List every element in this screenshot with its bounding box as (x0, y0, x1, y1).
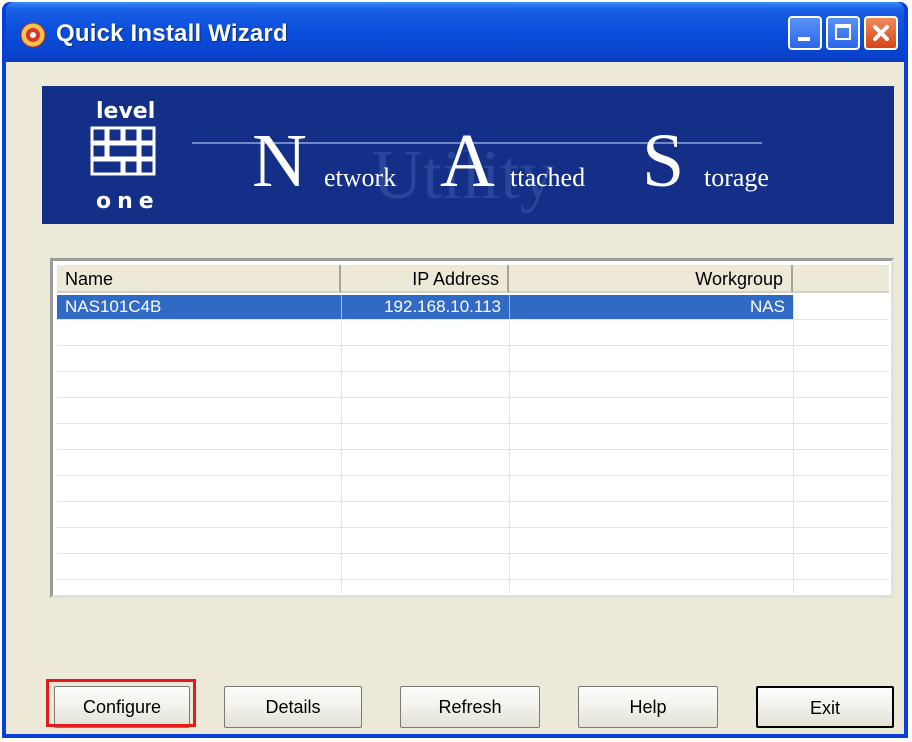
logo-level-text: level (96, 99, 155, 124)
row-divider (57, 449, 889, 450)
configure-highlight-box (46, 679, 196, 727)
banner-graphic: level one Utility N etwork A ttached S t… (90, 99, 769, 214)
cell-ip-address: 192.168.10.113 (341, 295, 509, 319)
window-title: Quick Install Wizard (56, 20, 288, 47)
logo-one-text: one (96, 189, 160, 214)
column-header-workgroup[interactable]: Workgroup (509, 265, 793, 293)
nas-disc-icon (20, 22, 46, 48)
row-divider (57, 475, 889, 476)
quick-install-wizard-window: Quick Install Wizard level one Utility N… (2, 2, 908, 738)
refresh-button[interactable]: Refresh (400, 686, 540, 728)
window-client-area: level one Utility N etwork A ttached S t… (6, 62, 904, 734)
title-bar[interactable]: Quick Install Wizard (6, 2, 904, 62)
banner-word-storage: torage (704, 163, 769, 192)
row-divider (57, 371, 889, 372)
details-button[interactable]: Details (224, 686, 362, 728)
nas-device-list[interactable]: Name IP Address Workgroup NAS101C4B 192.… (50, 258, 894, 598)
column-divider (341, 295, 342, 593)
banner-letter-n: N (252, 119, 307, 203)
table-row[interactable]: NAS101C4B 192.168.10.113 NAS (57, 295, 793, 319)
cell-workgroup: NAS (509, 295, 793, 319)
column-divider (509, 295, 510, 593)
list-header: Name IP Address Workgroup (57, 265, 889, 295)
close-icon (873, 25, 889, 41)
column-divider (793, 295, 794, 593)
minimize-button[interactable] (788, 16, 822, 50)
row-divider (57, 579, 889, 580)
column-header-ip-address[interactable]: IP Address (341, 265, 509, 293)
cell-device-name: NAS101C4B (65, 297, 162, 316)
banner-word-network: etwork (324, 163, 396, 192)
row-divider (57, 319, 889, 320)
row-divider (57, 423, 889, 424)
close-button[interactable] (864, 16, 898, 50)
maximize-button[interactable] (826, 16, 860, 50)
row-divider (57, 345, 889, 346)
row-divider (57, 527, 889, 528)
row-divider (57, 553, 889, 554)
column-header-filler (793, 265, 889, 293)
row-divider (57, 501, 889, 502)
list-rows: NAS101C4B 192.168.10.113 NAS (57, 295, 889, 593)
banner-letter-s: S (642, 119, 684, 203)
level-one-logo: level one (90, 99, 160, 214)
exit-button[interactable]: Exit (756, 686, 894, 728)
column-header-name[interactable]: Name (57, 265, 341, 293)
help-button[interactable]: Help (578, 686, 718, 728)
banner-word-attached: ttached (510, 163, 585, 192)
row-divider (57, 397, 889, 398)
nas-utility-banner: level one Utility N etwork A ttached S t… (42, 86, 894, 224)
banner-letter-a: A (440, 119, 495, 203)
